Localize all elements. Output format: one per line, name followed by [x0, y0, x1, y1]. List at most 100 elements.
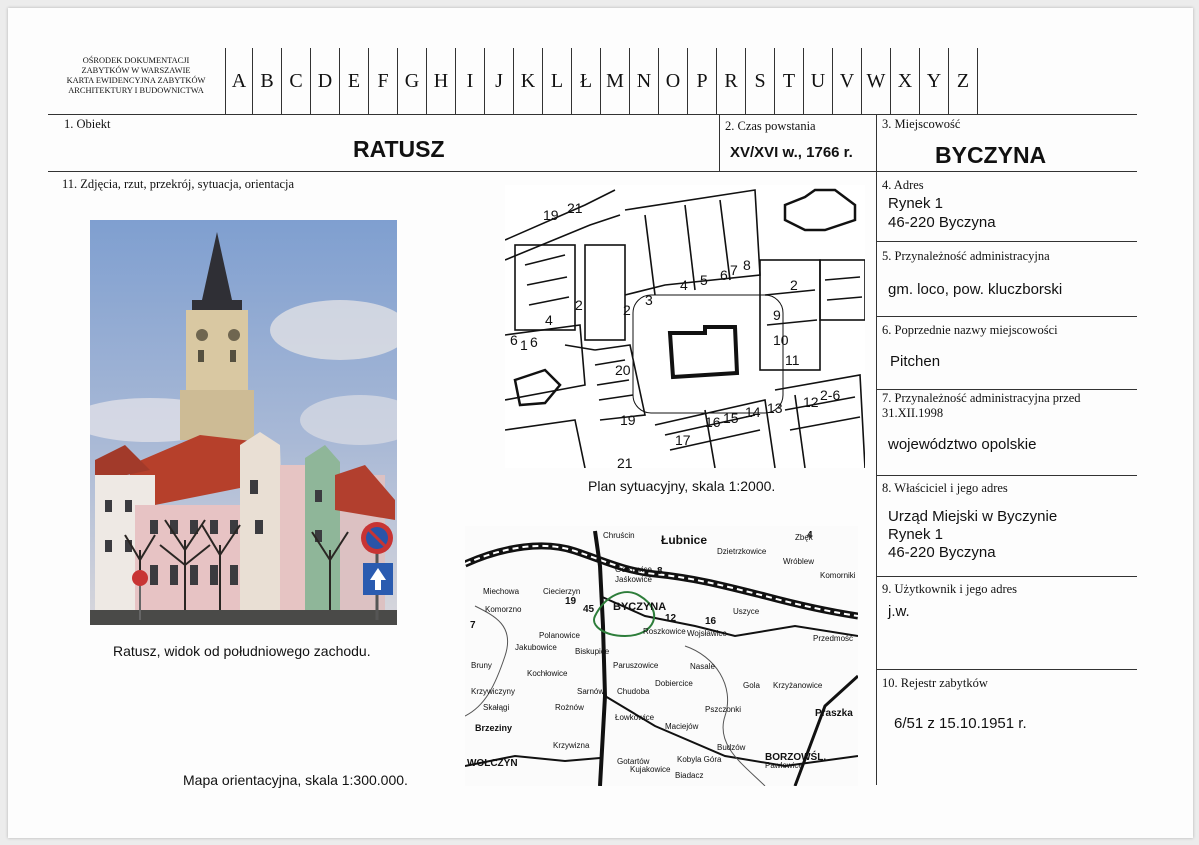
field-7-label-2: 31.XII.1998 — [882, 406, 944, 420]
index-letter: F — [368, 48, 397, 114]
plan-number: 2-6 — [820, 387, 840, 403]
plan-number: 8 — [743, 257, 751, 273]
map-place: Paruszowice — [613, 661, 659, 670]
alphabet-index: ABCDEFGHIJKLŁMNOPRSTUVWXYZ — [225, 48, 978, 114]
address-line-2: 46-220 Byczyna — [888, 214, 996, 231]
map-place: Biadacz — [675, 771, 703, 780]
map-place: Skałągi — [483, 703, 509, 712]
field-2-label: 2. Czas powstania — [725, 119, 816, 133]
owner-line-1: Urząd Miejski w Byczynie — [888, 508, 1058, 525]
map-place: Chruścin — [603, 531, 635, 540]
map-place: BYCZYNA — [613, 601, 666, 613]
plan-number: 6 — [510, 332, 518, 348]
index-letter: P — [687, 48, 716, 114]
object-name: RATUSZ — [353, 136, 445, 162]
map-place: Nasale — [690, 662, 715, 671]
map-place: Wojsławice — [687, 629, 727, 638]
map-number: 16 — [705, 616, 717, 627]
index-letter: G — [397, 48, 426, 114]
map-place: Brzeziny — [475, 723, 512, 733]
map-place: Biskupice — [575, 647, 610, 656]
field-6-label: 6. Poprzednie nazwy miejscowości — [882, 323, 1058, 337]
index-letter: C — [281, 48, 310, 114]
index-letter: R — [716, 48, 745, 114]
map-place: Kochłowice — [527, 669, 568, 678]
field-7-label-1: 7. Przynależność administracyjna przed — [882, 391, 1081, 405]
index-letter: T — [774, 48, 803, 114]
index-letter: X — [890, 48, 919, 114]
map-place: Gola — [743, 681, 760, 690]
admin-unit: gm. loco, pow. kluczborski — [888, 281, 1063, 298]
address-line-1: Rynek 1 — [888, 195, 944, 212]
former-admin-unit: województwo opolskie — [888, 436, 1037, 453]
user-address: j.w. — [888, 603, 910, 620]
map-place: Rożnów — [555, 703, 584, 712]
field-3-label: 3. Miejscowość — [882, 117, 961, 131]
index-letter: Z — [948, 48, 977, 114]
map-number: 4 — [807, 530, 813, 541]
map-place: Bruny — [471, 661, 492, 670]
map-place: Komorniki — [820, 571, 856, 580]
rule-header-bottom — [48, 114, 1137, 115]
plan-number: 6 — [720, 267, 728, 283]
index-end-rule — [977, 48, 978, 114]
index-letter: E — [339, 48, 368, 114]
orientation-map: Chruścin Łubnice Dzietrzkowice Zbęk Wrób… — [465, 526, 858, 786]
registry-number: 6/51 z 15.10.1951 r. — [894, 715, 1027, 732]
map-place: Dzietrzkowice — [717, 547, 767, 556]
map-number: 12 — [665, 613, 677, 624]
map-place: Chudoba — [617, 687, 650, 696]
field-4-label: 4. Adres — [882, 178, 924, 192]
map-place: BORZOWŚL. — [765, 750, 826, 763]
index-letter: L — [542, 48, 571, 114]
field-1-label: 1. Obiekt — [64, 117, 111, 131]
plan-number: 6 — [530, 334, 538, 350]
index-letter: K — [513, 48, 542, 114]
map-place: Łubnice — [661, 533, 707, 547]
orientation-map-caption: Mapa orientacyjna, skala 1:300.000. — [183, 772, 408, 788]
plan-number: 16 — [705, 414, 721, 430]
index-letter: J — [484, 48, 513, 114]
rule-f9 — [876, 669, 1137, 670]
map-number: 8 — [657, 566, 663, 577]
photo-caption: Ratusz, widok od południowego zachodu. — [113, 643, 371, 659]
plan-number: 4 — [545, 312, 553, 328]
map-place: Miechowa — [483, 587, 520, 596]
map-place: Maciejów — [665, 722, 699, 731]
plan-number: 12 — [803, 394, 819, 410]
rule-f6 — [876, 389, 1137, 390]
map-place: Sarnów — [577, 687, 604, 696]
index-letter: Ł — [571, 48, 600, 114]
map-place: Krzywizna — [553, 741, 590, 750]
rule-right-column — [876, 114, 877, 785]
plan-number: 11 — [785, 352, 800, 368]
plan-number: 21 — [567, 200, 583, 216]
map-place: Wróblew — [783, 557, 814, 566]
map-place: Pszczonki — [705, 705, 741, 714]
plan-number: 3 — [645, 292, 653, 308]
locality: BYCZYNA — [935, 142, 1047, 168]
index-letter: I — [455, 48, 484, 114]
plan-number: 5 — [700, 272, 708, 288]
index-letter: D — [310, 48, 339, 114]
owner-line-3: 46-220 Byczyna — [888, 544, 996, 561]
plan-number: 19 — [620, 412, 636, 428]
town-hall-photo — [90, 220, 397, 625]
plan-number: 20 — [615, 362, 631, 378]
rule-date-left — [719, 114, 720, 171]
field-11-label: 11. Zdjęcia, rzut, przekrój, sytuacja, o… — [62, 177, 295, 191]
map-place: Praszka — [815, 708, 853, 719]
map-place: Przedmość — [813, 634, 853, 643]
map-number: 45 — [583, 604, 595, 615]
rule-row1-bottom — [48, 171, 1137, 172]
map-place: Uszyce — [733, 607, 760, 616]
former-names: Pitchen — [890, 353, 941, 370]
index-letter: A — [225, 48, 252, 114]
rule-f4 — [876, 241, 1137, 242]
map-place: WOŁCZYN — [467, 758, 518, 769]
plan-number: 2 — [790, 277, 798, 293]
index-letter: Y — [919, 48, 948, 114]
index-letter: O — [658, 48, 687, 114]
plan-number: 1 — [520, 337, 528, 353]
plan-number: 2 — [575, 297, 583, 313]
